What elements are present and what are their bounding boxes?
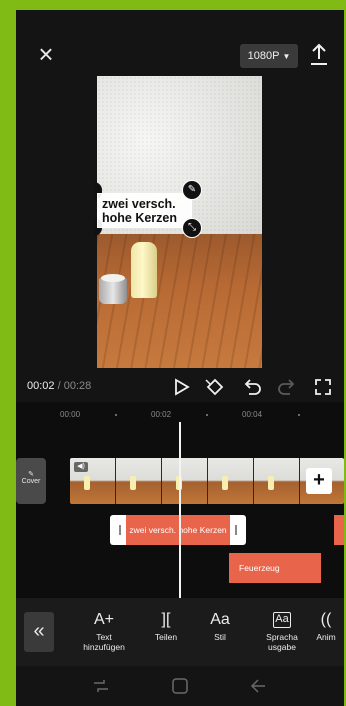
text-clip[interactable]: Feuerzeug [229, 553, 321, 583]
top-bar: × 1080P ▼ [16, 10, 344, 86]
tea-light [99, 274, 127, 304]
redo-icon[interactable] [276, 376, 298, 398]
ruler-label: 00:04 [242, 410, 263, 419]
tool-label: Anim [316, 632, 336, 642]
tool-label: Text [96, 632, 112, 642]
video-track[interactable] [70, 458, 344, 504]
pencil-icon[interactable]: ✎ [182, 180, 202, 200]
system-nav-bar [16, 666, 344, 706]
text-overlay[interactable]: zwei versch. hohe Kerzen [97, 193, 192, 228]
close-icon[interactable]: × [34, 41, 58, 67]
tool-label: Stil [214, 632, 226, 642]
playback-controls: 00:02 / 00:28 [16, 372, 344, 402]
text-overlay-line-1: zwei versch. [102, 197, 176, 211]
style-icon: Aa [210, 611, 230, 628]
text-clip-partial[interactable] [334, 515, 344, 545]
animation-tool[interactable]: (( Anim [306, 608, 344, 664]
split-tool[interactable]: ][ Teilen [138, 608, 194, 664]
playhead[interactable] [179, 422, 181, 624]
undo-icon[interactable] [241, 376, 263, 398]
time-ruler: 00:00 00:02 00:04 [16, 410, 344, 422]
fullscreen-icon[interactable] [312, 376, 334, 398]
back-double-chevron-icon[interactable]: « [24, 612, 54, 652]
back-icon[interactable] [249, 678, 267, 694]
split-icon: ][ [161, 611, 171, 628]
text-to-speech-icon: Aa [273, 612, 291, 628]
time-separator: / [54, 380, 64, 392]
recents-icon[interactable] [92, 678, 110, 694]
caret-down-icon: ▼ [282, 52, 291, 61]
video-frame [254, 458, 300, 504]
add-text-icon: A+ [93, 611, 114, 628]
animation-icon: (( [320, 611, 332, 628]
ruler-label: 00:00 [60, 410, 81, 419]
tool-label: usgabe [268, 642, 296, 652]
candle-tall [131, 242, 157, 298]
keyframe-icon[interactable] [204, 376, 226, 398]
video-frame [208, 458, 254, 504]
ruler-tick [206, 414, 208, 416]
edit-toolbar: « A+ Text hinzufügen ][ Teilen Aa Stil A… [16, 598, 344, 666]
current-time: 00:02 [27, 380, 55, 392]
total-time: 00:28 [63, 380, 92, 392]
add-clip-button[interactable]: + [306, 468, 332, 494]
audio-icon[interactable]: ◀) [74, 462, 88, 472]
tool-label: hinzufügen [83, 642, 125, 652]
style-tool[interactable]: Aa Stil [192, 608, 248, 664]
resolution-label: 1080P [247, 50, 280, 62]
tool-label: Spracha [266, 632, 298, 642]
resolution-button[interactable]: 1080P ▼ [240, 44, 298, 68]
resize-icon[interactable]: ⤡ [182, 218, 202, 238]
pencil-icon: ✎ [28, 471, 34, 478]
ruler-tick [298, 414, 300, 416]
text-clip-selected[interactable]: zwei versch. hohe Kerzen [126, 515, 230, 545]
ruler-tick [115, 414, 117, 416]
upload-icon[interactable] [308, 42, 330, 68]
home-icon[interactable] [171, 678, 189, 694]
time-display: 00:02 / 00:28 [27, 380, 91, 392]
video-frame [162, 458, 208, 504]
tool-label: Teilen [154, 632, 178, 642]
play-icon[interactable] [170, 376, 192, 398]
cover-label: Cover [21, 478, 41, 485]
cover-button[interactable]: ✎ Cover [16, 458, 46, 504]
trim-handle-left[interactable] [119, 525, 121, 535]
ruler-label: 00:02 [151, 410, 172, 419]
app-screen: × 1080P ▼ zwei versch. hohe Kerzen ✎ ⤡ 00… [16, 10, 344, 706]
video-frame [116, 458, 162, 504]
text-overlay-line-2: hohe Kerzen [102, 211, 178, 225]
text-to-speech-tool[interactable]: Aa Spracha usgabe [254, 608, 310, 664]
trim-handle-right[interactable] [235, 525, 237, 535]
add-text-tool[interactable]: A+ Text hinzufügen [76, 608, 132, 664]
